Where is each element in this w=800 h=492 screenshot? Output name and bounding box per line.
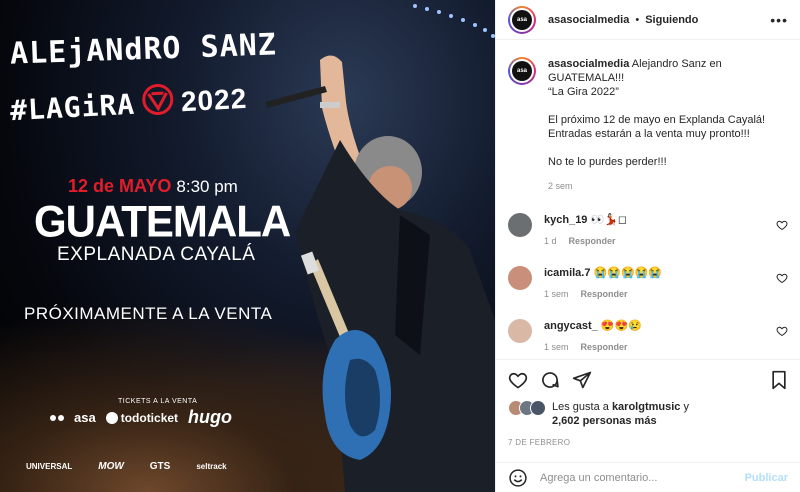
comment-meta: 1 sem Responder [544, 342, 764, 352]
comment-item: angycast_ 😍😍😢 1 sem Responder [508, 319, 788, 352]
likers-avatars[interactable] [508, 400, 546, 416]
comment-age: 1 d [544, 236, 557, 246]
poster-date-day: 12 de MAYO [68, 176, 172, 196]
comment-text: 😭😭😭😭😭 [593, 267, 663, 279]
heart-icon[interactable] [508, 370, 528, 390]
footer-universal: UNIVERSAL [26, 462, 73, 471]
comment-meta: 1 d Responder [544, 236, 764, 246]
comment-text: 😍😍😢 [600, 320, 642, 332]
sponsor-hugo: hugo [188, 407, 233, 427]
add-comment-bar: Publicar [496, 462, 800, 492]
caption-line-1: asasocialmedia Alejandro Sanz en GUATEMA… [548, 57, 788, 85]
post-header: asa asasocialmedia • Siguiendo ••• [496, 0, 800, 40]
sponsor-todoticket: todoticket [105, 410, 179, 425]
reply-button[interactable]: Responder [581, 289, 628, 299]
reply-button[interactable]: Responder [569, 236, 616, 246]
artist-silhouette [265, 55, 495, 492]
reply-button[interactable]: Responder [581, 342, 628, 352]
comment-input[interactable] [540, 471, 733, 484]
comment-username[interactable]: kych_19 [544, 214, 587, 226]
poster-tour-name: #LAGiRA [9, 87, 136, 128]
caption-age: 2 sem [548, 181, 573, 191]
likes-text: Les gusta a karolgtmusic y 2,602 persona… [552, 400, 689, 428]
footer-mow: MOW [98, 461, 124, 472]
following-button[interactable]: Siguiendo [645, 14, 698, 26]
tour-logo-icon [140, 82, 176, 125]
comment-heart-icon[interactable] [776, 325, 788, 337]
author-username[interactable]: asasocialmedia [548, 14, 629, 26]
comment-text: 👀💃🏻◻ [590, 214, 628, 226]
footer-gts: GTS [149, 461, 171, 472]
post-image[interactable]: ALEjANdRO SANZ #LAGiRA 2022 12 de MAYO 8… [0, 0, 495, 492]
poster-date: 12 de MAYO 8:30 pm [68, 176, 238, 197]
likes-count[interactable]: 2,602 personas más [552, 415, 657, 427]
comment-age: 1 sem [544, 342, 569, 352]
comment-body: angycast_ 😍😍😢 1 sem Responder [544, 319, 764, 352]
author-avatar[interactable]: asa [508, 5, 536, 34]
header-separator: • [635, 13, 640, 26]
comment-heart-icon[interactable] [776, 272, 788, 284]
poster-city: GUATEMALA [34, 196, 291, 247]
post-caption: asa asasocialmedia Alejandro Sanz en GUA… [508, 57, 788, 193]
likes-summary: Les gusta a karolgtmusic y 2,602 persona… [508, 400, 788, 428]
poster-title: ALEjANdRO SANZ [9, 27, 278, 72]
poster-date-time: 8:30 pm [176, 177, 238, 196]
bookmark-icon[interactable] [770, 370, 788, 390]
poster-tour-tag: #LAGiRA 2022 [9, 78, 248, 131]
comment-body: icamila.7 😭😭😭😭😭 1 sem Responder [544, 266, 764, 299]
comment-line: kych_19 👀💃🏻◻ [544, 213, 764, 227]
poster-footer-logos: UNIVERSAL MOW GTS seltrack [26, 461, 227, 472]
commenter-avatar[interactable] [508, 213, 532, 237]
comment-line: icamila.7 😭😭😭😭😭 [544, 266, 764, 280]
publish-button[interactable]: Publicar [745, 472, 788, 484]
poster-venue: EXPLANADA CAYALÁ [57, 244, 256, 265]
comment-item: icamila.7 😭😭😭😭😭 1 sem Responder [508, 266, 788, 299]
caption-username[interactable]: asasocialmedia [548, 58, 629, 70]
footer-seltrack: seltrack [196, 462, 227, 471]
comment-username[interactable]: angycast_ [544, 320, 598, 332]
post-modal: ALEjANdRO SANZ #LAGiRA 2022 12 de MAYO 8… [0, 0, 800, 492]
comments-area[interactable]: asa asasocialmedia Alejandro Sanz en GUA… [496, 41, 800, 359]
comment-heart-icon[interactable] [776, 219, 788, 231]
poster-tickets-label: TICKETS A LA VENTA [118, 398, 198, 405]
comment-meta: 1 sem Responder [544, 289, 764, 299]
likes-suffix: y [680, 401, 689, 413]
comment-icon[interactable] [540, 370, 560, 390]
todoticket-logo-icon [105, 411, 118, 424]
asa-logo-icon [50, 414, 64, 421]
share-icon[interactable] [572, 370, 592, 390]
caption-avatar[interactable]: asa [508, 57, 536, 85]
caption-avatar-text: asa [512, 61, 532, 81]
poster-sponsors: asa todoticket hugo [50, 407, 232, 428]
comment-username[interactable]: icamila.7 [544, 267, 590, 279]
commenter-avatar[interactable] [508, 266, 532, 290]
likes-prefix: Les gusta a [552, 401, 612, 413]
post-actions: Les gusta a karolgtmusic y 2,602 persona… [496, 359, 800, 447]
poster-on-sale-soon: PRÓXIMAMENTE A LA VENTA [24, 304, 273, 323]
caption-line-5: No te lo purdes perder!!! [548, 156, 667, 168]
author-avatar-text: asa [512, 9, 532, 30]
comment-line: angycast_ 😍😍😢 [544, 319, 764, 333]
commenter-avatar[interactable] [508, 319, 532, 343]
comment-body: kych_19 👀💃🏻◻ 1 d Responder [544, 213, 764, 246]
emoji-icon[interactable] [508, 468, 528, 488]
comment-age: 1 sem [544, 289, 569, 299]
caption-line-3: El próximo 12 de mayo en Explanda Cayalá… [548, 114, 766, 126]
action-icons [508, 370, 788, 390]
more-options-icon[interactable]: ••• [770, 12, 788, 28]
sponsor-asa: asa [74, 410, 96, 425]
sponsor-todoticket-label: todoticket [120, 410, 179, 425]
comment-item: kych_19 👀💃🏻◻ 1 d Responder [508, 213, 788, 246]
likes-user[interactable]: karolgtmusic [612, 401, 680, 413]
caption-text: asasocialmedia Alejandro Sanz en GUATEMA… [548, 57, 788, 193]
caption-line-4: Entradas estarán a la venta muy pronto!!… [548, 128, 750, 140]
poster-year: 2022 [180, 82, 248, 117]
caption-line-2: “La Gira 2022” [548, 86, 619, 98]
post-sidebar: asa asasocialmedia • Siguiendo ••• asa a… [495, 0, 800, 492]
post-date: 7 DE FEBRERO [508, 438, 571, 447]
